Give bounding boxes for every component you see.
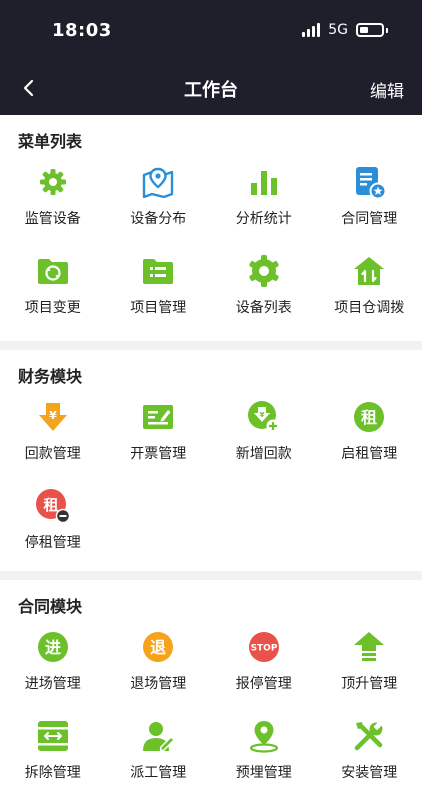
menu-item-label: 合同管理 <box>341 208 397 228</box>
menu-item-device-distribution[interactable]: 设备分布 <box>106 155 212 244</box>
menu-item-project-change[interactable]: 项目变更 <box>0 244 106 333</box>
stop-sign-glyph: STOP <box>250 644 277 654</box>
svg-text:¥: ¥ <box>49 409 57 422</box>
menu-item-label: 新增回款 <box>236 443 292 463</box>
stop-rent-glyph: 租 <box>43 496 58 514</box>
menu-item-label: 回款管理 <box>25 443 81 463</box>
menu-item-invoice-management[interactable]: 开票管理 <box>106 390 212 479</box>
menu-item-label: 分析统计 <box>236 208 292 228</box>
section-title: 合同模块 <box>0 594 422 620</box>
menu-item-label: 退场管理 <box>130 673 186 693</box>
lift-up-icon <box>351 629 387 665</box>
enter-site-icon: 进 <box>35 629 71 665</box>
menu-item-dismantle[interactable]: 拆除管理 <box>0 709 106 798</box>
folder-list-icon <box>140 253 176 289</box>
install-tools-icon <box>351 718 387 754</box>
menu-item-label: 停租管理 <box>25 532 81 552</box>
exit-site-glyph: 退 <box>150 638 166 657</box>
menu-item-label: 监管设备 <box>25 208 81 228</box>
cog-icon <box>246 253 282 289</box>
menu-item-label: 派工管理 <box>130 762 186 782</box>
yuan-down-arrow-icon: ¥ <box>35 399 71 435</box>
enter-site-glyph: 进 <box>45 638 61 657</box>
menu-item-enter-site[interactable]: 进 进场管理 <box>0 620 106 709</box>
exit-site-icon: 退 <box>140 629 176 665</box>
menu-item-payment-collection[interactable]: ¥ 回款管理 <box>0 390 106 479</box>
network-type: 5G <box>328 22 348 38</box>
battery-icon <box>356 23 384 37</box>
add-payment-icon: ¥ <box>246 399 282 435</box>
menu-item-label: 启租管理 <box>341 443 397 463</box>
menu-item-project-management[interactable]: 项目管理 <box>106 244 212 333</box>
menu-item-label: 顶升管理 <box>341 673 397 693</box>
gear-icon <box>35 164 71 200</box>
menu-item-new-payment[interactable]: ¥ 新增回款 <box>211 390 317 479</box>
menu-item-stop-rent[interactable]: 租 停租管理 <box>0 479 106 568</box>
menu-item-embed[interactable]: 预埋管理 <box>211 709 317 798</box>
menu-item-install[interactable]: 安装管理 <box>317 709 422 798</box>
status-indicators: 5G <box>302 22 388 38</box>
menu-item-label: 项目仓调拨 <box>334 297 404 317</box>
menu-item-statistics[interactable]: 分析统计 <box>211 155 317 244</box>
dispatch-worker-icon <box>140 718 176 754</box>
menu-item-label: 项目变更 <box>25 297 81 317</box>
invoice-icon <box>140 399 176 435</box>
start-rent-glyph: 租 <box>361 408 377 427</box>
section-title: 财务模块 <box>0 364 422 390</box>
bar-chart-icon <box>246 164 282 200</box>
menu-item-supervised-devices[interactable]: 监管设备 <box>0 155 106 244</box>
page-title: 工作台 <box>0 76 422 102</box>
contract-doc-icon <box>351 164 387 200</box>
menu-item-start-rent[interactable]: 租 启租管理 <box>317 390 422 479</box>
stop-sign-icon: STOP <box>246 629 282 665</box>
menu-item-dispatch[interactable]: 派工管理 <box>106 709 212 798</box>
signal-icon <box>302 23 320 37</box>
menu-item-report-stop[interactable]: STOP 报停管理 <box>211 620 317 709</box>
menu-item-label: 预埋管理 <box>236 762 292 782</box>
edit-button[interactable]: 编辑 <box>370 77 404 102</box>
section-title: 菜单列表 <box>0 129 422 155</box>
menu-item-device-list[interactable]: 设备列表 <box>211 244 317 333</box>
dismantle-icon <box>35 718 71 754</box>
stop-rent-icon: 租 <box>35 488 71 524</box>
warehouse-transfer-icon <box>351 253 387 289</box>
start-rent-icon: 租 <box>351 399 387 435</box>
top-bar: 18:03 5G 工作台 编辑 <box>0 0 422 115</box>
menu-item-contract-management[interactable]: 合同管理 <box>317 155 422 244</box>
section-contract: 合同模块 进 进场管理 退 退场管理 <box>0 580 422 798</box>
add-payment-glyph: ¥ <box>259 411 264 419</box>
menu-item-label: 项目管理 <box>130 297 186 317</box>
menu-item-label: 设备分布 <box>130 208 186 228</box>
section-finance: 财务模块 ¥ 回款管理 开票 <box>0 350 422 571</box>
menu-item-label: 开票管理 <box>130 443 186 463</box>
workbench-content: 菜单列表 监管设备 <box>0 115 422 798</box>
section-menu-list: 菜单列表 监管设备 <box>0 115 422 341</box>
menu-item-label: 安装管理 <box>341 762 397 782</box>
menu-item-exit-site[interactable]: 退 退场管理 <box>106 620 212 709</box>
menu-item-label: 进场管理 <box>25 673 81 693</box>
status-time: 18:03 <box>52 20 112 41</box>
folder-sync-icon <box>35 253 71 289</box>
menu-item-warehouse-transfer[interactable]: 项目仓调拨 <box>317 244 422 333</box>
map-pin-icon <box>140 164 176 200</box>
menu-item-lift-up[interactable]: 顶升管理 <box>317 620 422 709</box>
embed-location-icon <box>246 718 282 754</box>
menu-item-label: 拆除管理 <box>25 762 81 782</box>
menu-item-label: 报停管理 <box>236 673 292 693</box>
menu-item-label: 设备列表 <box>236 297 292 317</box>
